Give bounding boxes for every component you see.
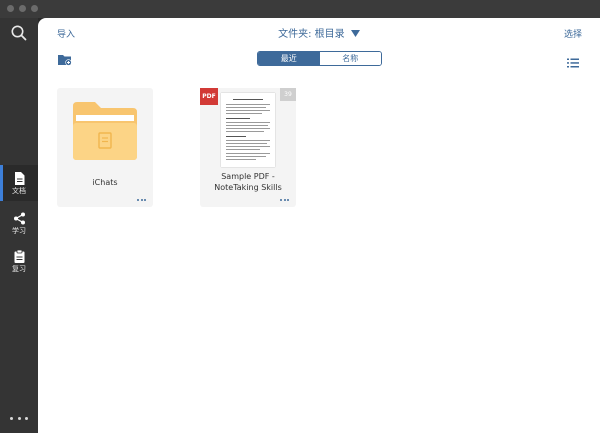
sort-recent-tab[interactable]: 最近 bbox=[258, 52, 320, 65]
sidebar-item-label: 文档 bbox=[12, 186, 26, 195]
clipboard-icon bbox=[14, 249, 25, 263]
sidebar-item-review[interactable]: 复习 bbox=[0, 243, 38, 279]
more-icon[interactable] bbox=[280, 199, 289, 202]
folder-icon bbox=[73, 102, 137, 160]
chevron-down-icon bbox=[350, 29, 360, 40]
pdf-thumbnail bbox=[221, 93, 275, 167]
sidebar: 文档 学习 复习 bbox=[0, 18, 38, 433]
page-count-badge: 39 bbox=[280, 88, 296, 101]
file-card-pdf[interactable]: PDF 39 Sample PDF - NoteTaking Skills bbox=[200, 88, 296, 207]
file-name: iChats bbox=[92, 178, 118, 187]
pdf-badge: PDF bbox=[200, 88, 218, 105]
new-folder-icon[interactable] bbox=[58, 51, 72, 66]
window-titlebar bbox=[0, 0, 600, 18]
share-nodes-icon bbox=[13, 212, 26, 225]
file-name-line-2: NoteTaking Skills bbox=[214, 183, 282, 192]
sidebar-item-study[interactable]: 学习 bbox=[0, 205, 38, 241]
sort-segmented-control: 最近 名称 bbox=[257, 51, 382, 66]
sort-name-tab[interactable]: 名称 bbox=[319, 52, 381, 65]
sidebar-item-label: 复习 bbox=[12, 264, 26, 273]
close-window-button[interactable] bbox=[7, 5, 14, 12]
main-content: 导入 文件夹: 根目录 选择 最近 名称 iChats PDF 39 Sampl… bbox=[38, 18, 600, 433]
folder-label: 文件夹: 根目录 bbox=[278, 29, 345, 40]
minimize-window-button[interactable] bbox=[19, 5, 26, 12]
search-icon[interactable] bbox=[10, 24, 28, 42]
file-name-line-1: Sample PDF - bbox=[221, 172, 275, 181]
list-view-icon[interactable] bbox=[567, 53, 579, 68]
folder-selector[interactable]: 文件夹: 根目录 bbox=[38, 25, 600, 40]
top-toolbar: 导入 文件夹: 根目录 选择 bbox=[38, 18, 600, 48]
more-icon[interactable] bbox=[137, 199, 146, 202]
zoom-window-button[interactable] bbox=[31, 5, 38, 12]
sidebar-item-label: 学习 bbox=[12, 226, 26, 235]
document-icon bbox=[14, 171, 25, 185]
sidebar-item-documents[interactable]: 文档 bbox=[0, 165, 38, 201]
more-options-button[interactable] bbox=[10, 417, 28, 423]
file-card-folder[interactable]: iChats bbox=[57, 88, 153, 207]
select-button[interactable]: 选择 bbox=[564, 27, 582, 40]
